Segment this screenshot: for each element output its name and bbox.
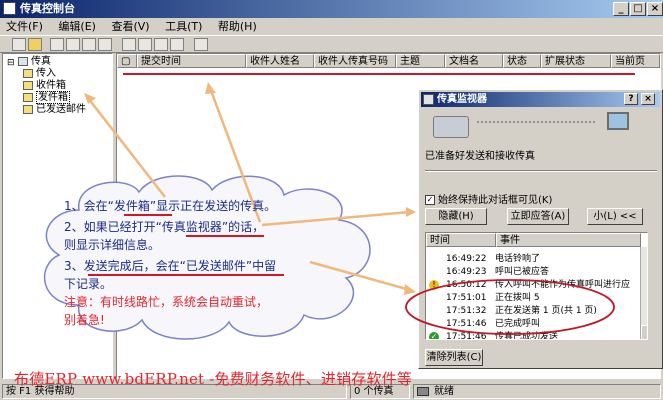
log-event: 传入呼叫不能作为传真呼叫进行应 bbox=[495, 280, 631, 290]
monitor-titlebar: 传真监视器 ? × bbox=[421, 92, 660, 107]
log-column-time[interactable]: 时间 bbox=[426, 233, 496, 247]
log-event: 正在发送第 1 页(共 1 页) bbox=[495, 306, 597, 316]
arrow-head bbox=[406, 207, 416, 217]
note-line-3: 3、发送完成后，会在“已发送邮件”中留 bbox=[64, 259, 277, 273]
log-event: 正在拨叫 5 bbox=[495, 293, 540, 303]
log-column-event[interactable]: 事件 bbox=[496, 233, 641, 247]
log-row: ✓ 17:51:46 传真已成功发送 bbox=[426, 331, 641, 340]
log-time: 17:51:46 bbox=[446, 332, 487, 340]
log-row: 17:51:32 正在发送第 1 页(共 1 页) bbox=[426, 305, 641, 318]
hide-button[interactable]: 隐藏(H) bbox=[425, 208, 487, 225]
log-time: 16:49:22 bbox=[446, 254, 487, 264]
monitor-status-text: 已准备好发送和接收传真 bbox=[425, 151, 535, 162]
log-row: 17:51:01 正在拨叫 5 bbox=[426, 292, 641, 305]
log-row: 16:49:23 呼叫已被应答 bbox=[426, 266, 641, 279]
event-log: 时间 事件 16:49:22 电话铃响了 16:49:23 呼叫已被应答! 16:50:… bbox=[425, 232, 648, 340]
underline-sent bbox=[88, 274, 284, 276]
note-line-3b: 下记录。 bbox=[64, 277, 113, 291]
arrow-head bbox=[205, 82, 216, 94]
log-event: 呼叫已被应答 bbox=[495, 267, 550, 277]
underline-outbox bbox=[124, 214, 172, 216]
note-line-2: 2、如果已经打开“传真监视器”的话， bbox=[64, 220, 265, 234]
arrow-head bbox=[84, 93, 96, 104]
log-time: 16:49:23 bbox=[446, 267, 487, 277]
log-row: 17:51:46 已完成呼叫 bbox=[426, 318, 641, 331]
log-event: 传真已成功发送 bbox=[495, 332, 559, 340]
divider bbox=[425, 170, 657, 172]
keep-visible-checkbox[interactable]: ✓ 始终保持此对话框可见(K) bbox=[425, 191, 552, 206]
success-icon: ✓ bbox=[429, 332, 439, 340]
note-warning-1: 注意：有时线路忙，系统会自动重试， bbox=[64, 295, 269, 309]
scrollbar-thumb[interactable] bbox=[641, 325, 647, 339]
note-line-1: 1、会在“发件箱”显示正在发送的传真。 bbox=[64, 199, 277, 213]
note-line-2b: 则显示详细信息。 bbox=[64, 238, 161, 252]
fax-monitor-dialog: 传真监视器 ? × 已准备好发送和接收传真 ✓ 始终保持此对话框可见(K) 隐藏(… bbox=[418, 89, 663, 369]
footer-banner: 布德ERP www.bdERP.net -免费财务软件、进销存软件等 bbox=[14, 370, 413, 388]
monitor-close-button[interactable]: × bbox=[641, 93, 655, 105]
arrow-to-monitor bbox=[261, 210, 411, 227]
keep-visible-label: 始终保持此对话框可见(K) bbox=[438, 195, 553, 206]
computer-icon bbox=[607, 112, 629, 130]
log-row: 16:49:22 电话铃响了 bbox=[426, 253, 641, 266]
help-button[interactable]: ? bbox=[624, 93, 638, 105]
arrow-head bbox=[404, 284, 416, 295]
log-time: 17:51:32 bbox=[446, 306, 487, 316]
transmission-line bbox=[477, 121, 595, 123]
log-time: 17:51:01 bbox=[446, 293, 487, 303]
note-warning-2: 别着急! bbox=[64, 313, 105, 327]
log-row: ! 16:50:12 传入呼叫不能作为传真呼叫进行应 bbox=[426, 279, 641, 292]
log-time: 17:51:46 bbox=[446, 319, 487, 329]
underline-monitor bbox=[186, 235, 264, 237]
arrow-to-outbox bbox=[87, 97, 166, 198]
log-time: 16:50:12 bbox=[446, 280, 487, 290]
log-event: 电话铃响了 bbox=[495, 254, 541, 264]
monitor-title: 传真监视器 bbox=[437, 94, 487, 105]
arrow-to-log bbox=[309, 260, 411, 292]
collapse-button[interactable]: 小(L) << bbox=[587, 208, 643, 225]
monitor-app-icon bbox=[423, 94, 434, 105]
answer-now-button[interactable]: 立即应答(A) bbox=[507, 208, 569, 225]
clear-list-button[interactable]: 清除列表(C) bbox=[425, 349, 483, 366]
checkbox-checked[interactable]: ✓ bbox=[425, 195, 435, 205]
fax-machine-icon bbox=[433, 116, 469, 138]
log-scrollbar[interactable] bbox=[640, 247, 647, 339]
warning-icon: ! bbox=[429, 280, 439, 290]
log-event: 已完成呼叫 bbox=[495, 319, 541, 329]
